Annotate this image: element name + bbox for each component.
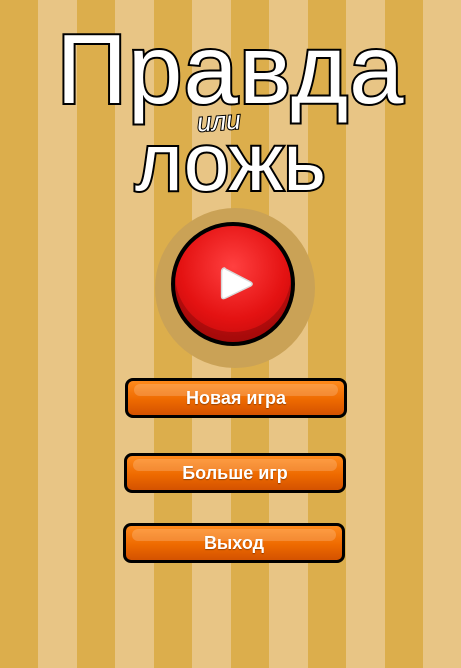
exit-button[interactable]: Выход xyxy=(123,523,345,563)
more-games-button[interactable]: Больше игр xyxy=(124,453,346,493)
game-title: Правда xyxy=(54,14,405,124)
play-button[interactable] xyxy=(171,222,295,346)
game-subtitle: ложь xyxy=(133,117,328,208)
play-icon xyxy=(220,267,253,300)
new-game-label: Новая игра xyxy=(186,387,286,408)
exit-label: Выход xyxy=(203,532,265,553)
new-game-button[interactable]: Новая игра xyxy=(125,378,347,418)
more-games-label: Больше игр xyxy=(182,462,288,483)
